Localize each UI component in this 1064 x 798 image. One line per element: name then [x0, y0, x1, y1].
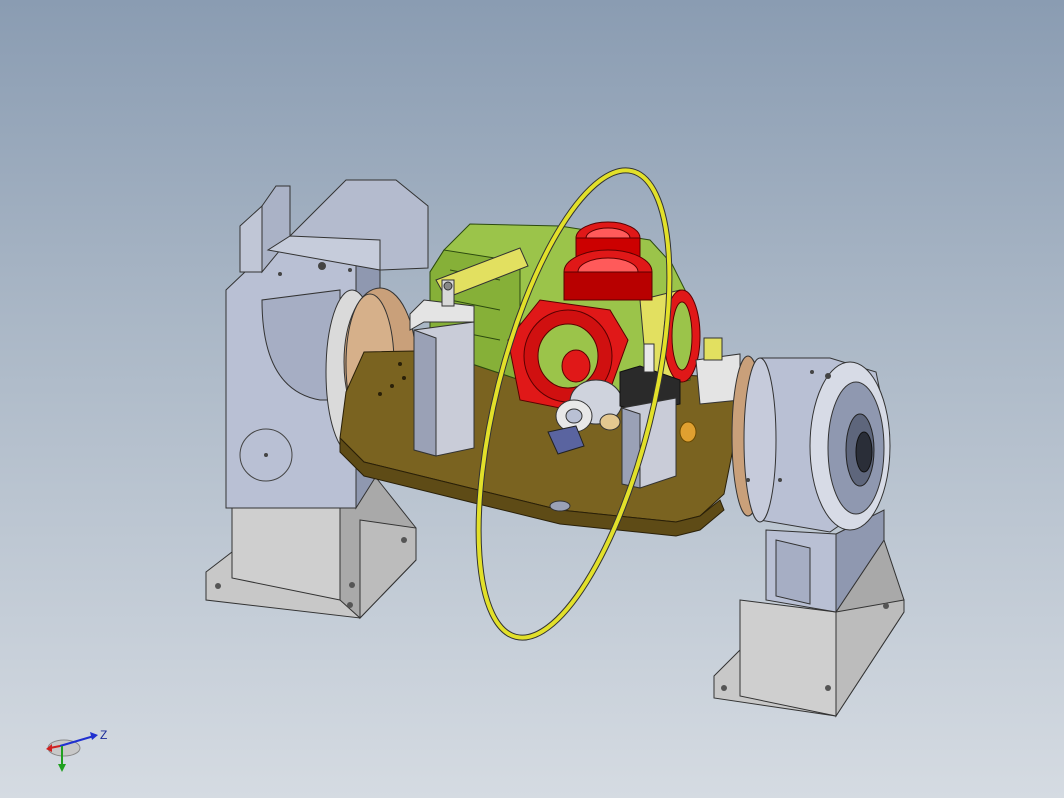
right-small-clamp	[695, 337, 741, 405]
coordinate-triad	[46, 732, 98, 772]
graphics-viewport[interactable]: Z	[0, 0, 1064, 798]
z-axis-label: Z	[100, 728, 108, 742]
y-axis-arrowhead	[58, 764, 66, 772]
cad-model-view[interactable]	[0, 0, 1064, 798]
table-pivot-stub	[549, 500, 571, 512]
right-pedestal	[713, 509, 905, 718]
left-clamp-cylinder	[409, 279, 475, 457]
right-rotary-head	[731, 355, 891, 533]
z-axis-arrowhead	[90, 732, 98, 740]
